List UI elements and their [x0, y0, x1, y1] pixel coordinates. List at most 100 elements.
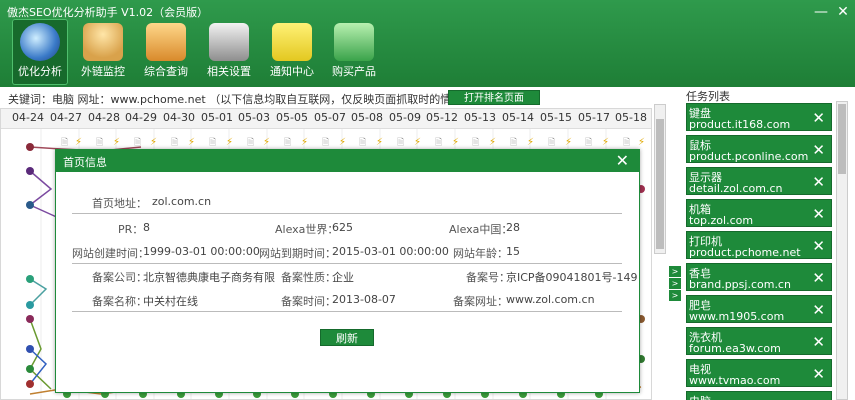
app-window: 傲杰SEO优化分析助手 V1.02（会员版） — ✕ 优化分析 外链监控 综合查…	[0, 0, 855, 400]
toolbar-notification-center[interactable]: 通知中心	[264, 19, 320, 85]
expand-button[interactable]: >	[669, 278, 681, 289]
task-item[interactable]: 电视 www.tvmao.com ✕	[686, 359, 832, 387]
svg-text:⚡: ⚡	[452, 137, 459, 148]
task-item[interactable]: 鼠标 product.pconline.com ✕	[686, 135, 832, 163]
person-card-icon	[146, 23, 186, 61]
dialog-close-button[interactable]: ✕	[616, 151, 629, 170]
company-label: 备案公司：	[92, 271, 147, 284]
svg-text:🗎: 🗎	[359, 138, 366, 148]
notification-chart-icon	[272, 23, 312, 61]
remove-task-button[interactable]: ✕	[812, 205, 825, 223]
shopping-cart-icon	[334, 23, 374, 61]
task-item[interactable]: 键盘 product.it168.com ✕	[686, 103, 832, 131]
task-url: product.pconline.com	[689, 150, 809, 163]
close-window-button[interactable]: ✕	[833, 2, 853, 22]
toolbar-settings[interactable]: 相关设置	[201, 19, 257, 85]
age-value: 15	[506, 245, 520, 258]
svg-text:🗎: 🗎	[435, 138, 442, 148]
remove-task-button[interactable]: ✕	[812, 237, 825, 255]
task-url: top.zol.com	[689, 214, 754, 227]
task-url: www.tvmao.com	[689, 374, 781, 387]
svg-text:🗎: 🗎	[209, 138, 216, 148]
toolbar-label: 综合查询	[144, 65, 188, 78]
remove-task-button[interactable]: ✕	[812, 365, 825, 383]
svg-text:⚡: ⚡	[565, 137, 572, 148]
company-value: 北京智德典康电子商务有限	[143, 271, 275, 284]
remove-task-button[interactable]: ✕	[812, 109, 825, 127]
toolbox-icon	[209, 23, 249, 61]
open-ranking-page-button[interactable]: 打开排名页面	[448, 90, 540, 105]
task-item[interactable]: 显示器 detail.zol.com.cn ✕	[686, 167, 832, 195]
task-item[interactable]: 机箱 top.zol.com ✕	[686, 199, 832, 227]
scroll-thumb[interactable]	[656, 119, 664, 249]
scroll-thumb[interactable]	[838, 104, 846, 174]
toolbar-general-query[interactable]: 综合查询	[138, 19, 194, 85]
svg-text:⚡: ⚡	[113, 137, 120, 148]
svg-text:⚡: ⚡	[638, 137, 645, 148]
svg-text:🗎: 🗎	[322, 138, 329, 148]
toolbar-optimize-analysis[interactable]: 优化分析	[12, 19, 68, 85]
remove-task-button[interactable]: ✕	[812, 269, 825, 287]
remove-task-button[interactable]: ✕	[812, 173, 825, 191]
refresh-button[interactable]: 刷新	[320, 329, 374, 346]
remove-task-button[interactable]: ✕	[812, 333, 825, 351]
keyword-info-line: 关键词：电脑 网址：www.pchome.net （以下信息均取自互联网，仅反映…	[8, 93, 479, 106]
task-url: www.m1905.com	[689, 310, 785, 323]
svg-text:🗎: 🗎	[61, 138, 68, 148]
svg-text:🗎: 🗎	[623, 138, 630, 148]
record-time-value: 2013-08-07	[332, 293, 396, 306]
task-list: 键盘 product.it168.com ✕ 鼠标 product.pconline.…	[686, 101, 834, 400]
dialog-body: 首页地址： zol.com.cn PR： 8 Alexa世界： 625 Alex…	[56, 172, 639, 392]
homepage-label: 首页地址：	[92, 197, 147, 210]
nature-value: 企业	[332, 271, 354, 284]
alexa-world-value: 625	[332, 221, 353, 234]
expand-button[interactable]: >	[669, 266, 681, 277]
task-item[interactable]: 电脑✕	[686, 391, 832, 400]
expire-label: 网站到期时间：	[259, 247, 336, 260]
task-item[interactable]: 打印机 product.pchome.net ✕	[686, 231, 832, 259]
dialog-title: 首页信息	[63, 156, 107, 169]
icp-label: 备案号：	[466, 271, 510, 284]
svg-text:⚡: ⚡	[150, 137, 157, 148]
svg-text:⚡: ⚡	[527, 137, 534, 148]
svg-text:🗎: 🗎	[472, 138, 479, 148]
task-list-scrollbar[interactable]	[836, 101, 848, 400]
svg-text:⚡: ⚡	[602, 137, 609, 148]
task-item[interactable]: 洗衣机 forum.ea3w.com ✕	[686, 327, 832, 355]
task-item[interactable]: 香皂 brand.ppsj.com.cn ✕	[686, 263, 832, 291]
created-label: 网站创建时间：	[72, 247, 149, 260]
task-item[interactable]: 肥皂 www.m1905.com ✕	[686, 295, 832, 323]
svg-text:⚡: ⚡	[301, 137, 308, 148]
expand-button[interactable]: >	[669, 290, 681, 301]
alexa-china-label: Alexa中国：	[449, 223, 513, 236]
record-url-label: 备案网址：	[453, 295, 508, 308]
pr-value: 8	[143, 221, 150, 234]
svg-text:⚡: ⚡	[376, 137, 383, 148]
chart-scrollbar[interactable]	[654, 104, 666, 254]
toolbar-label: 优化分析	[18, 65, 62, 78]
toolbar-buy-product[interactable]: 购买产品	[326, 19, 382, 85]
divider	[72, 311, 622, 312]
person-headset-icon	[83, 23, 123, 61]
svg-text:🗎: 🗎	[284, 138, 291, 148]
task-url: product.pchome.net	[689, 246, 801, 259]
toolbar-link-monitor[interactable]: 外链监控	[75, 19, 131, 85]
minimize-button[interactable]: —	[811, 2, 831, 22]
remove-task-button[interactable]: ✕	[812, 301, 825, 319]
record-name-value: 中关村在线	[143, 295, 198, 308]
svg-text:🗎: 🗎	[585, 138, 592, 148]
record-name-label: 备案名称：	[92, 295, 147, 308]
icp-value: 京ICP备09041801号-149	[506, 271, 638, 284]
remove-task-button[interactable]: ✕	[812, 141, 825, 159]
svg-text:⚡: ⚡	[226, 137, 233, 148]
svg-text:⚡: ⚡	[489, 137, 496, 148]
svg-text:🗎: 🗎	[397, 138, 404, 148]
toolbar-label: 相关设置	[207, 65, 251, 78]
divider	[72, 213, 622, 214]
svg-text:⚡: ⚡	[188, 137, 195, 148]
toolbar-label: 外链监控	[81, 65, 125, 78]
dialog-header: 首页信息 ✕	[56, 150, 639, 172]
record-url-value: www.zol.com.cn	[506, 293, 595, 306]
toolbar-label: 通知中心	[270, 65, 314, 78]
alexa-china-value: 28	[506, 221, 520, 234]
